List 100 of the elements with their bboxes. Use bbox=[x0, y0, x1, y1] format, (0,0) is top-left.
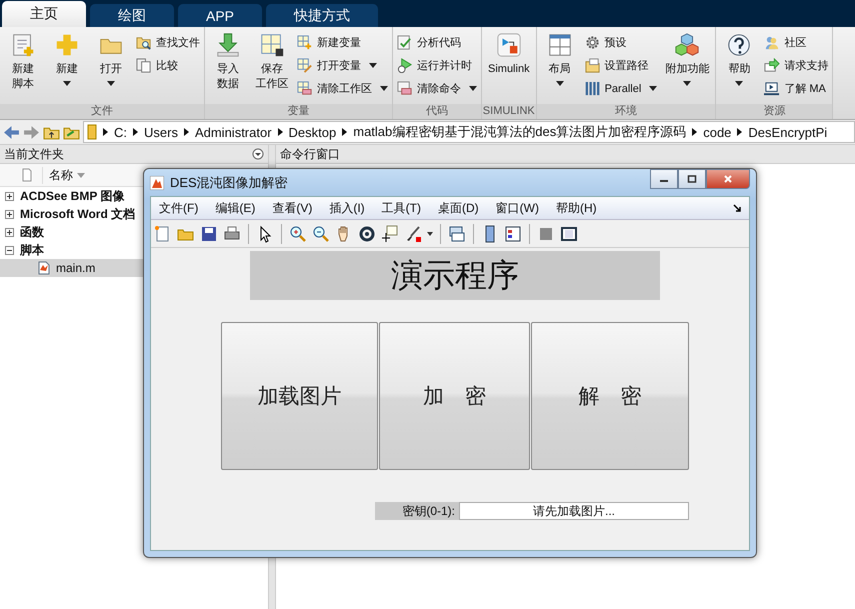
dock-arrow-icon[interactable] bbox=[733, 204, 741, 212]
chevron-icon bbox=[737, 128, 742, 136]
zoom-out-icon[interactable] bbox=[312, 224, 330, 242]
ribbon-button[interactable]: 分析代码 bbox=[397, 33, 477, 52]
ribbon-button[interactable]: 设置路径 bbox=[584, 56, 658, 75]
chevron-icon bbox=[103, 128, 108, 136]
path-segment[interactable]: DesEncryptPi bbox=[748, 124, 828, 140]
ribbon-tab[interactable]: 快捷方式 bbox=[266, 4, 378, 27]
ribbon-button[interactable]: 预设 bbox=[584, 33, 658, 52]
menu-item[interactable]: 文件(F) bbox=[159, 200, 198, 216]
people-icon bbox=[764, 34, 780, 50]
ribbon-tab[interactable]: 绘图 bbox=[90, 4, 174, 27]
grid-save-icon bbox=[259, 32, 285, 58]
ribbon-tab[interactable]: 主页 bbox=[2, 1, 86, 27]
expander-icon[interactable] bbox=[5, 228, 14, 236]
push-button[interactable]: 加 密 bbox=[379, 322, 530, 470]
ribbon-button[interactable]: 新建 脚本 bbox=[4, 32, 42, 104]
caret-icon bbox=[63, 81, 71, 86]
chevron-icon bbox=[692, 128, 698, 136]
push-button[interactable]: 解 密 bbox=[531, 322, 689, 470]
maximize-button[interactable] bbox=[678, 169, 706, 189]
panel-menu-icon[interactable] bbox=[252, 148, 264, 160]
chevron-icon bbox=[184, 128, 189, 136]
grid-plus-icon bbox=[297, 34, 313, 50]
menu-item[interactable]: 查看(V) bbox=[272, 200, 312, 216]
block-diagram-icon bbox=[496, 32, 522, 58]
back-arrow-icon[interactable] bbox=[3, 124, 20, 140]
menu-item[interactable]: 工具(T) bbox=[382, 200, 421, 216]
group-label: 环境 bbox=[536, 104, 716, 119]
bars-icon bbox=[584, 80, 601, 96]
path-segment[interactable]: C: bbox=[114, 124, 127, 140]
ribbon-button[interactable]: 打开 bbox=[92, 32, 130, 104]
ribbon-button[interactable]: 新建变量 bbox=[297, 33, 388, 52]
ribbon-tab[interactable]: APP bbox=[178, 4, 262, 27]
cubes-icon bbox=[674, 32, 700, 58]
menu-item[interactable]: 插入(I) bbox=[329, 200, 365, 216]
expander-icon[interactable] bbox=[5, 246, 14, 254]
expander-icon[interactable] bbox=[5, 192, 14, 200]
caret-icon[interactable] bbox=[427, 232, 433, 236]
caret-icon bbox=[683, 81, 692, 86]
ribbon-button[interactable]: 新建 bbox=[48, 32, 86, 104]
path-segment[interactable]: Administrator bbox=[194, 124, 272, 140]
caret-icon bbox=[556, 81, 564, 86]
address-bar[interactable]: C: Users Administrator Desktop matlab编程密钥基于混沌算法的des算法图片加密程序源码 code DesEncryptPi bbox=[83, 121, 855, 143]
ribbon-button[interactable]: 布局 bbox=[540, 32, 579, 104]
folder-up-icon[interactable] bbox=[43, 124, 60, 140]
chevron-icon bbox=[278, 128, 283, 136]
menu-item[interactable]: 编辑(E) bbox=[215, 200, 256, 216]
group-label: 文件 bbox=[0, 104, 204, 119]
link-plot-icon[interactable] bbox=[448, 224, 466, 242]
ribbon-button[interactable]: 清除命令 bbox=[397, 79, 477, 98]
path-segment[interactable]: code bbox=[703, 124, 732, 140]
layout-grid-icon bbox=[546, 32, 573, 58]
data-cursor-icon[interactable] bbox=[381, 224, 399, 242]
zoom-in-icon[interactable] bbox=[289, 224, 307, 242]
expander-icon[interactable] bbox=[5, 210, 14, 218]
group-label: 代码 bbox=[393, 104, 481, 119]
ribbon-button[interactable]: 了解 MA bbox=[764, 79, 828, 98]
key-label: 密钥(0-1): bbox=[375, 502, 459, 520]
path-segment[interactable]: matlab编程密钥基于混沌算法的des算法图片加密程序源码 bbox=[353, 123, 686, 141]
script-file-icon bbox=[38, 261, 50, 275]
push-button[interactable]: 加载图片 bbox=[221, 322, 378, 470]
ribbon-button[interactable]: Parallel bbox=[584, 79, 658, 98]
group-label: SIMULINK bbox=[482, 104, 536, 119]
legend-icon[interactable] bbox=[504, 224, 522, 242]
caret-icon bbox=[107, 81, 115, 86]
ribbon-button[interactable]: 清除工作区 bbox=[297, 79, 388, 98]
peaks-logo-icon bbox=[150, 176, 164, 190]
chevron-icon bbox=[342, 128, 348, 136]
gear-icon bbox=[584, 34, 601, 50]
tree-item[interactable]: 函数 bbox=[0, 223, 268, 241]
column-header[interactable]: 名称 bbox=[42, 166, 85, 184]
ribbon-button[interactable]: 帮助 bbox=[720, 32, 758, 104]
minimize-button[interactable] bbox=[650, 169, 678, 189]
ribbon-button[interactable]: 查找文件 bbox=[136, 33, 200, 52]
menu-item[interactable]: 帮助(H) bbox=[556, 200, 597, 216]
group-label: 变量 bbox=[205, 104, 392, 119]
ribbon-button[interactable]: 请求支持 bbox=[764, 56, 828, 75]
ribbon-button[interactable]: 运行并计时 bbox=[397, 56, 477, 75]
ribbon-button[interactable]: 比较 bbox=[136, 56, 200, 75]
menu-item[interactable]: 桌面(D) bbox=[438, 200, 479, 216]
menu-item[interactable]: 窗口(W) bbox=[496, 200, 539, 216]
ribbon-button[interactable]: 社区 bbox=[764, 33, 828, 52]
caret-icon bbox=[649, 86, 658, 91]
printer-icon[interactable] bbox=[223, 224, 241, 242]
path-segment[interactable]: Users bbox=[144, 124, 178, 140]
document-icon bbox=[22, 168, 32, 182]
path-segment[interactable]: Desktop bbox=[288, 124, 336, 140]
caret-icon bbox=[380, 86, 388, 91]
heading-label: 演示程序 bbox=[250, 251, 660, 300]
ribbon-button[interactable]: Simulink bbox=[486, 32, 532, 104]
chevron-icon bbox=[133, 128, 138, 136]
plus-icon bbox=[54, 32, 80, 58]
ribbon-button[interactable]: 导入 数据 bbox=[209, 32, 247, 104]
ribbon-button[interactable]: 保存 工作区 bbox=[253, 32, 291, 104]
close-button[interactable] bbox=[706, 169, 750, 189]
frame-icon[interactable] bbox=[560, 224, 578, 242]
key-field[interactable]: 请先加载图片... bbox=[459, 502, 689, 520]
ribbon-button[interactable]: 打开变量 bbox=[297, 56, 388, 75]
ribbon-button[interactable]: 附加功能 bbox=[663, 32, 712, 104]
